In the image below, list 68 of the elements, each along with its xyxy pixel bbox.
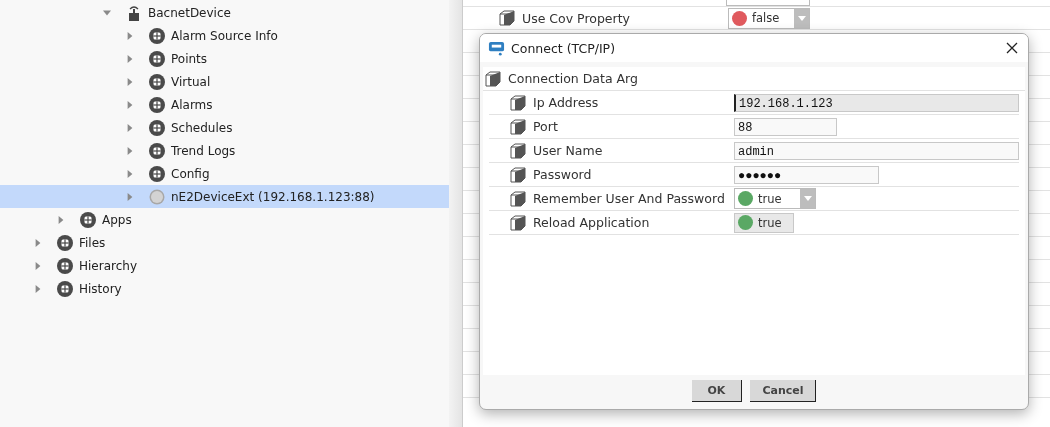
expand-arrow-icon[interactable] bbox=[126, 99, 134, 110]
expand-arrow-icon[interactable] bbox=[57, 214, 65, 225]
folder-circle-icon bbox=[57, 234, 73, 251]
input-field[interactable]: ●●●●●● bbox=[734, 165, 879, 184]
close-icon[interactable] bbox=[1006, 42, 1018, 54]
cube-icon bbox=[499, 10, 515, 26]
tree-item[interactable]: Points bbox=[0, 47, 449, 70]
group-label: Connection Data Arg bbox=[508, 71, 638, 86]
app-icon bbox=[488, 39, 505, 57]
expand-arrow-icon[interactable] bbox=[126, 168, 134, 179]
expand-arrow-icon[interactable] bbox=[126, 30, 134, 41]
tree-item[interactable]: Virtual bbox=[0, 70, 449, 93]
cube-icon bbox=[510, 190, 526, 207]
folder-circle-icon bbox=[149, 50, 165, 67]
field-label: Remember User And Password bbox=[533, 191, 725, 206]
tree-item[interactable]: Schedules bbox=[0, 116, 449, 139]
ok-button[interactable]: OK bbox=[691, 379, 743, 402]
expand-arrow-icon[interactable] bbox=[34, 237, 42, 248]
tree-item[interactable]: Config bbox=[0, 162, 449, 185]
tree-item[interactable]: Alarm Source Info bbox=[0, 24, 449, 47]
cube-icon bbox=[510, 166, 526, 183]
cube-icon bbox=[510, 94, 526, 111]
field-label: Port bbox=[533, 119, 558, 134]
input-field[interactable]: 88 bbox=[734, 117, 837, 136]
dialog-title: Connect (TCP/IP) bbox=[511, 40, 617, 56]
tree-item[interactable]: Files bbox=[0, 231, 449, 254]
expand-arrow-icon[interactable] bbox=[34, 283, 42, 294]
folder-circle-icon bbox=[149, 96, 165, 113]
value-dropdown[interactable]: true bbox=[734, 188, 816, 209]
folder-circle-icon bbox=[149, 27, 165, 44]
toggle-button[interactable]: true bbox=[734, 212, 794, 233]
expand-arrow-icon[interactable] bbox=[34, 260, 42, 271]
tree-item[interactable]: Trend Logs bbox=[0, 139, 449, 162]
tree-item[interactable]: History bbox=[0, 277, 449, 300]
folder-circle-icon bbox=[149, 165, 165, 182]
cube-icon bbox=[510, 142, 526, 159]
caret-icon bbox=[794, 8, 809, 28]
field-label: User Name bbox=[533, 143, 603, 158]
field-label: Password bbox=[533, 167, 592, 182]
expand-arrow-icon[interactable] bbox=[126, 76, 134, 87]
value-dropdown[interactable]: false bbox=[728, 7, 810, 29]
folder-circle-icon bbox=[149, 73, 165, 90]
folder-circle-icon bbox=[57, 257, 73, 274]
expand-arrow-icon[interactable] bbox=[126, 122, 134, 133]
property-label: Use Cov Property bbox=[522, 10, 631, 26]
cube-icon bbox=[510, 214, 526, 231]
expand-arrow-icon[interactable] bbox=[126, 145, 134, 156]
value-field[interactable] bbox=[726, 0, 810, 6]
folder-circle-icon bbox=[149, 119, 165, 136]
tree-item[interactable]: nE2DeviceExt (192.168.1.123:88) bbox=[0, 185, 449, 208]
expand-arrow-icon[interactable] bbox=[126, 53, 134, 64]
field-label: Reload Application bbox=[533, 215, 650, 230]
input-field[interactable]: 192.168.1.123 bbox=[734, 93, 1019, 112]
circle-icon bbox=[149, 188, 165, 205]
device-icon bbox=[126, 4, 142, 21]
tree-item[interactable]: Apps bbox=[0, 208, 449, 231]
caret-icon bbox=[800, 189, 815, 208]
tree-item[interactable]: BacnetDevice bbox=[0, 1, 449, 24]
folder-circle-icon bbox=[57, 280, 73, 297]
cube-icon bbox=[510, 118, 526, 135]
cancel-button[interactable]: Cancel bbox=[750, 379, 817, 402]
field-label: Ip Address bbox=[533, 95, 599, 110]
tree-item[interactable]: Hierarchy bbox=[0, 254, 449, 277]
expand-arrow-icon[interactable] bbox=[126, 191, 134, 202]
folder-circle-icon bbox=[80, 211, 96, 228]
input-field[interactable]: admin bbox=[734, 141, 1019, 160]
tree-item[interactable]: Alarms bbox=[0, 93, 449, 116]
folder-circle-icon bbox=[149, 142, 165, 159]
